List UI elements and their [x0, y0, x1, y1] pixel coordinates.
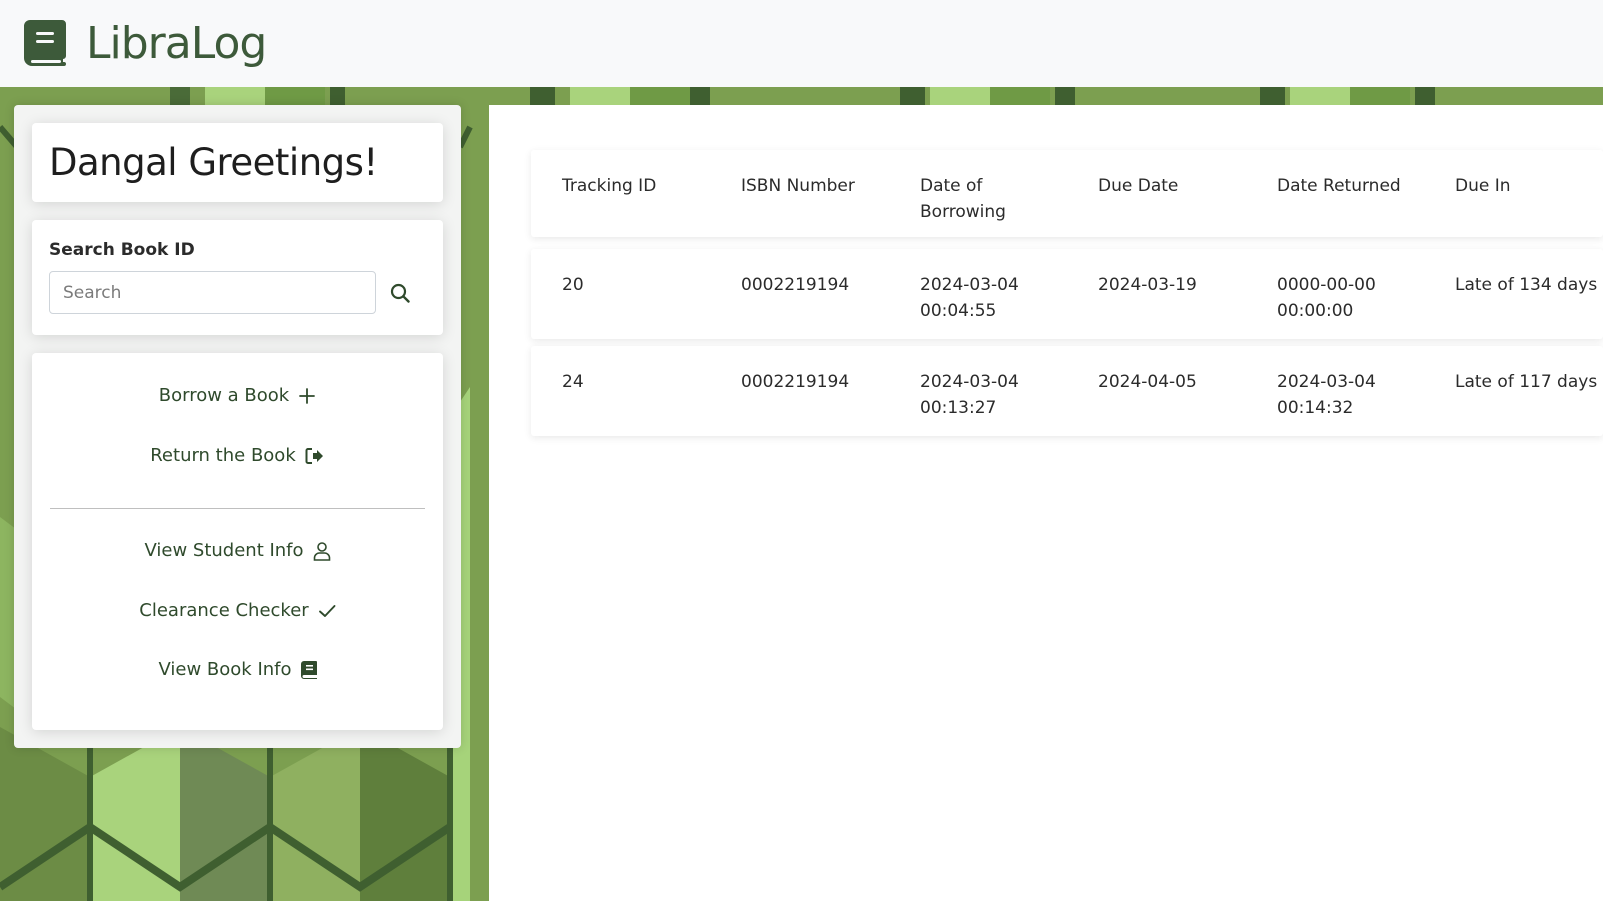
book-icon: [24, 19, 66, 66]
return-book-label: Return the Book: [150, 445, 296, 466]
column-header-due-date: Due Date: [1098, 176, 1179, 196]
isbn-cell: 0002219194: [741, 372, 850, 392]
view-student-info-label: View Student Info: [144, 540, 304, 561]
clearance-checker-button[interactable]: Clearance Checker: [32, 600, 443, 621]
search-input[interactable]: [49, 271, 376, 314]
due-date-cell: 2024-03-19: [1098, 275, 1197, 295]
menu-divider: [50, 508, 425, 509]
borrow-book-label: Borrow a Book: [158, 385, 290, 406]
column-header-tracking-id: Tracking ID: [562, 176, 657, 196]
return-book-button[interactable]: Return the Book: [32, 445, 443, 466]
view-student-info-button[interactable]: View Student Info: [32, 540, 443, 561]
tracking-id-cell: 24: [562, 372, 584, 392]
sidebar: Dangal Greetings! Search Book ID Borrow …: [14, 105, 461, 748]
check-icon: [318, 602, 336, 620]
borrow-book-button[interactable]: Borrow a Book: [32, 385, 443, 406]
due-date-cell: 2024-04-05: [1098, 372, 1197, 392]
borrow-records-panel: Tracking ID ISBN Number Date of Borrowin…: [489, 105, 1603, 901]
greeting-card: Dangal Greetings!: [32, 123, 443, 202]
clearance-checker-label: Clearance Checker: [139, 600, 309, 621]
search-card: Search Book ID: [32, 220, 443, 335]
date-returned-cell: 0000-00-00 00:00:00: [1277, 275, 1376, 321]
user-icon: [313, 541, 331, 561]
column-header-due-in: Due In: [1455, 176, 1511, 196]
table-row[interactable]: 24 0002219194 2024-03-04 00:13:27 2024-0…: [531, 346, 1603, 436]
isbn-cell: 0002219194: [741, 275, 850, 295]
due-in-cell: Late of 134 days: [1455, 275, 1598, 295]
search-row: [49, 271, 426, 314]
sign-out-icon: [305, 447, 325, 465]
tracking-id-cell: 20: [562, 275, 584, 295]
view-book-info-button[interactable]: View Book Info: [32, 659, 443, 680]
plus-icon: [298, 387, 316, 405]
table-row[interactable]: 20 0002219194 2024-03-04 00:04:55 2024-0…: [531, 249, 1603, 339]
greeting-heading: Dangal Greetings!: [49, 141, 378, 184]
date-borrowed-cell: 2024-03-04 00:04:55: [920, 275, 1019, 321]
column-header-date-returned: Date Returned: [1277, 176, 1401, 196]
app-title[interactable]: LibraLog: [86, 21, 267, 66]
search-button[interactable]: [380, 271, 420, 314]
column-header-isbn: ISBN Number: [741, 176, 855, 196]
column-header-date-borrowed: Date of Borrowing: [920, 176, 1006, 222]
search-label: Search Book ID: [49, 240, 195, 260]
book-icon: [300, 660, 317, 679]
view-book-info-label: View Book Info: [158, 659, 292, 680]
due-in-cell: Late of 117 days: [1455, 372, 1598, 392]
search-icon: [390, 283, 410, 303]
action-menu: Borrow a Book Return the Book View Stude…: [32, 353, 443, 730]
navbar: LibraLog: [0, 0, 1603, 87]
date-returned-cell: 2024-03-04 00:14:32: [1277, 372, 1376, 418]
date-borrowed-cell: 2024-03-04 00:13:27: [920, 372, 1019, 418]
table-header: Tracking ID ISBN Number Date of Borrowin…: [531, 150, 1603, 237]
